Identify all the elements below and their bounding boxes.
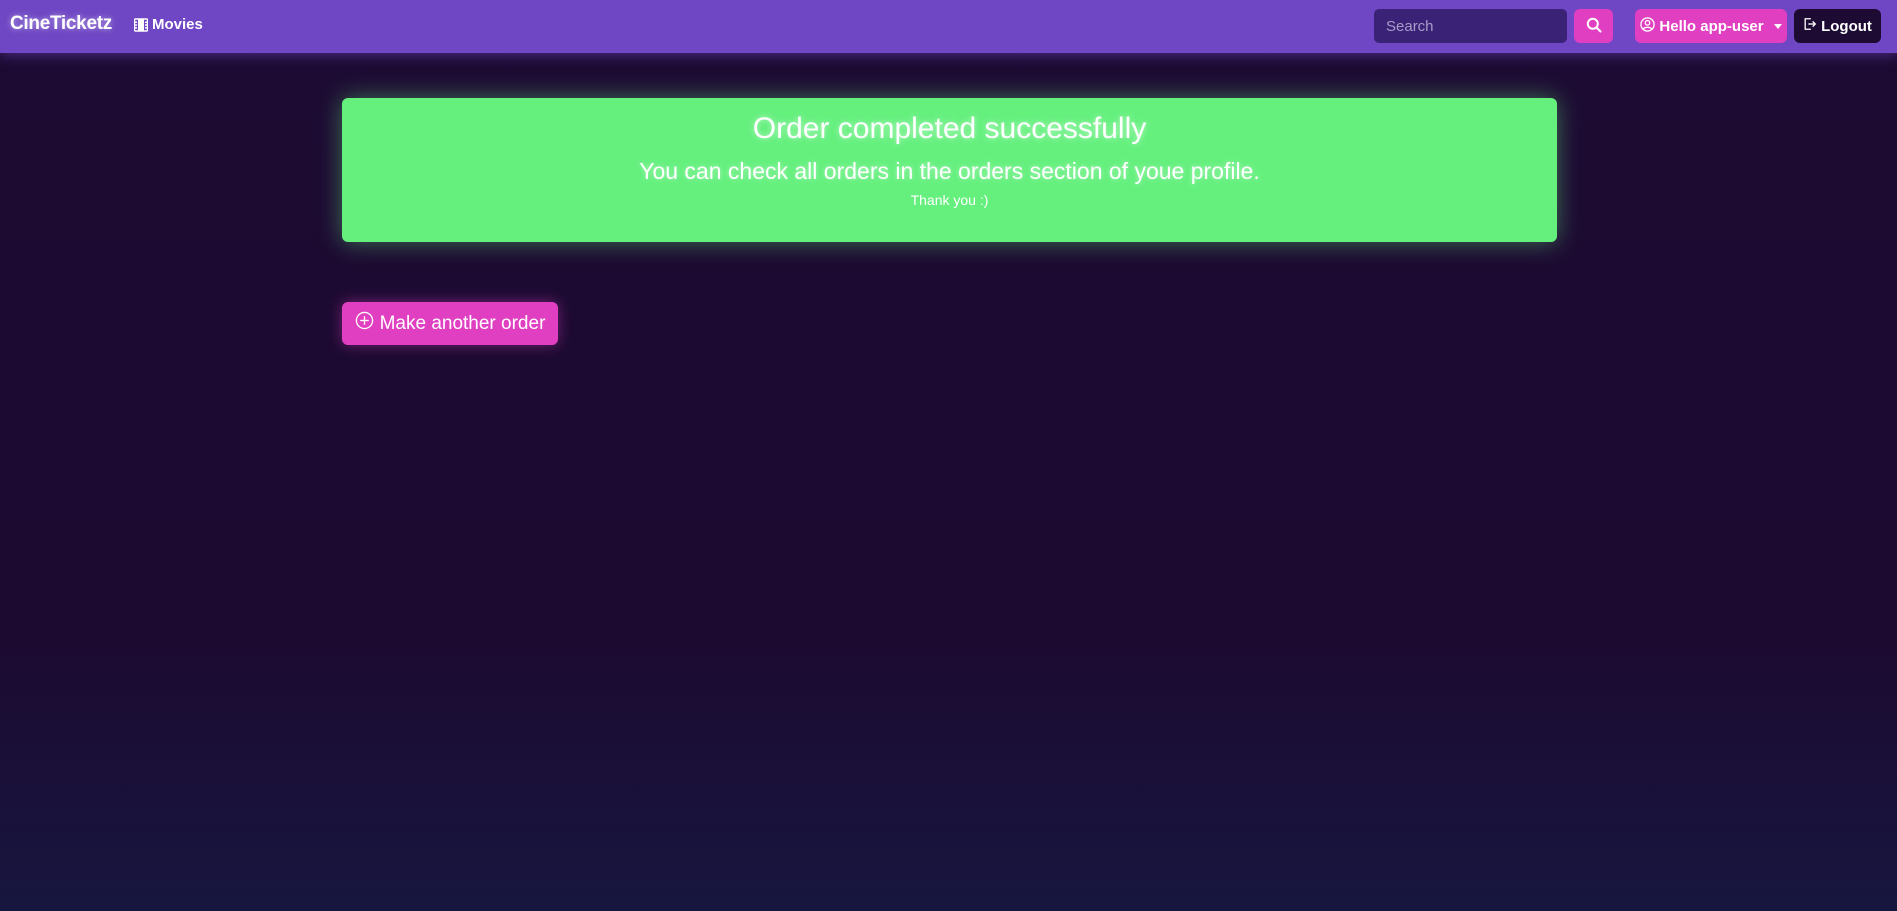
alert-thank-you: Thank you :) xyxy=(910,192,989,208)
search-icon xyxy=(1586,17,1602,36)
order-success-alert: Order completed successfully You can che… xyxy=(342,98,1557,242)
chevron-down-icon xyxy=(1773,23,1782,29)
logout-label: Logout xyxy=(1821,17,1872,35)
user-circle-icon xyxy=(1640,16,1656,36)
search-button[interactable] xyxy=(1574,9,1613,43)
make-another-order-label: Make another order xyxy=(379,312,546,334)
user-menu-label: Hello app-user xyxy=(1659,17,1764,35)
make-another-order-button[interactable]: Make another order xyxy=(342,302,558,345)
plus-circle-icon xyxy=(355,311,374,336)
alert-subtitle: You can check all orders in the orders s… xyxy=(639,158,1260,184)
nav-movies-label: Movies xyxy=(152,16,203,33)
nav-movies-link[interactable]: Movies xyxy=(134,16,203,33)
logout-button[interactable]: Logout xyxy=(1794,9,1881,43)
logout-icon xyxy=(1803,17,1817,35)
brand-logo-link[interactable]: CineTicketz xyxy=(10,13,112,35)
user-menu-dropdown[interactable]: Hello app-user xyxy=(1635,9,1787,43)
film-icon xyxy=(134,17,148,32)
alert-title: Order completed successfully xyxy=(752,112,1147,145)
top-navbar: CineTicketz Movies Search Hello app-user… xyxy=(0,0,1897,53)
search-input[interactable] xyxy=(1374,9,1567,43)
